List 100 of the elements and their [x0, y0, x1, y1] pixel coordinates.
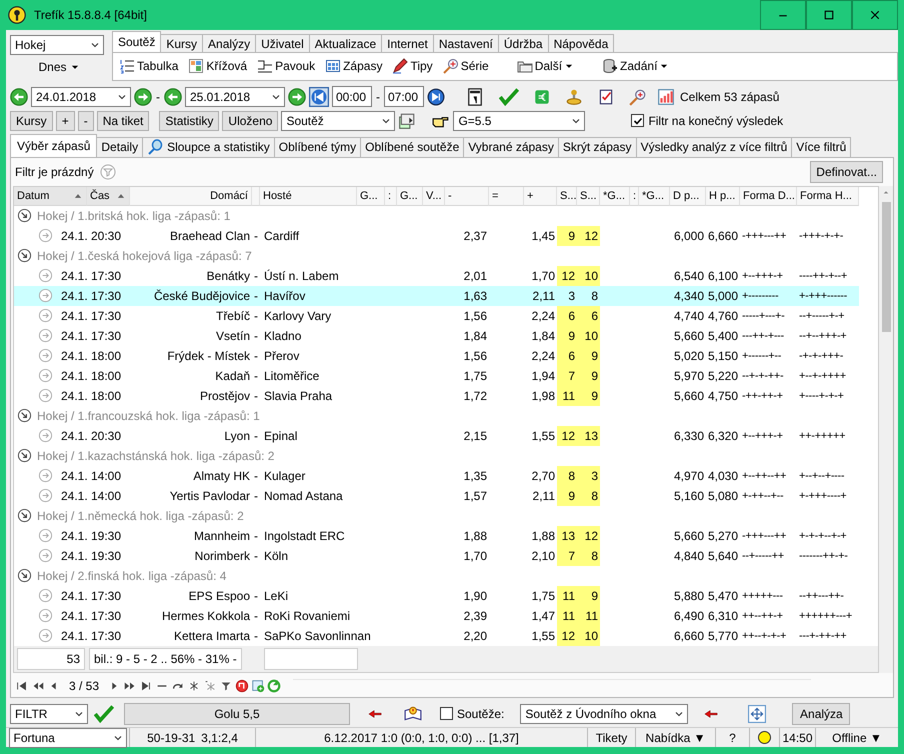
column-header[interactable]: : — [385, 186, 397, 206]
toolbar-button[interactable]: Zadání — [602, 58, 670, 74]
maximize-button[interactable] — [806, 0, 852, 30]
column-header[interactable]: + — [524, 186, 557, 206]
date-to-select[interactable]: 25.01.2018 — [185, 86, 285, 107]
group-row[interactable]: Hokej / 1.německá hok. liga -zápasů: 2 — [14, 506, 878, 526]
filter-button[interactable]: Golu 5,5 — [124, 702, 350, 725]
column-header[interactable]: - — [445, 186, 489, 206]
table-row[interactable]: 24.1. 18:00 Frýdek - Místek - Přerov 1,56 2,24 6 9 5,020 5,150 +------+-- -+-+-+++- — [14, 346, 859, 366]
database-icon[interactable] — [602, 58, 618, 74]
analyze-button[interactable]: Analýza — [792, 702, 850, 725]
table-row[interactable]: 24.1. 17:30 Vsetín - Kladno 1,84 1,84 9 10 5,660 5,400 ---++-+--- --+--+++-+ — [14, 326, 859, 346]
bracket-icon[interactable] — [257, 58, 274, 74]
help-button[interactable]: ? — [716, 728, 750, 747]
scroll-thumb[interactable] — [882, 202, 890, 332]
toolbar-button[interactable]: Na tiket — [96, 110, 150, 131]
table-row[interactable]: 24.1. 17:30 Kettera Imarta - SaPKo Savonlinnan 2,20 1,55 12 10 6,660 5,770 ++--+-+-+ ---+-++-++ — [14, 626, 859, 646]
source-select[interactable]: Soutěž z Úvodního okna — [520, 704, 688, 724]
expanded-icon[interactable] — [17, 448, 32, 464]
view-tab[interactable]: Sloupce a statistiky — [142, 136, 275, 157]
group-row[interactable]: Hokej / 1.francouzská hok. liga -zápasů: 1 — [14, 406, 878, 426]
table-row[interactable]: 24.1. 17:30 České Budějovice - Havířov 1,63 2,11 3 8 4,340 5,000 +--------- +-+++------ — [14, 286, 859, 306]
group-row[interactable]: Hokej / 1.britská hok. liga -zápasů: 1 — [14, 206, 878, 226]
column-header[interactable]: Domácí — [130, 186, 252, 206]
goal-select[interactable]: G=5.5 — [453, 110, 586, 131]
skip-forward-icon[interactable] — [427, 88, 445, 106]
time-from-field[interactable]: 00:00 — [332, 86, 372, 108]
arrow-left-icon[interactable] — [164, 88, 182, 106]
date-from-select[interactable]: 24.01.2018 — [31, 86, 131, 107]
arrow-right-icon[interactable] — [134, 88, 152, 106]
menu-tab[interactable]: Analýzy — [202, 34, 256, 52]
view-tab[interactable]: Více filtrů — [791, 136, 852, 157]
table-row[interactable]: 24.1. 19:30 Norimberk - Köln 1,70 2,10 7 8 4,840 5,640 --+-----++ -------++-+- — [14, 546, 859, 566]
column-header[interactable]: H p... — [706, 186, 740, 206]
menu-tab[interactable]: Soutěž — [112, 31, 162, 52]
skip-back-icon[interactable] — [309, 86, 329, 107]
menu-tab[interactable]: Nápověda — [548, 34, 614, 52]
column-header[interactable]: S... — [557, 186, 577, 206]
expand-icon[interactable] — [748, 704, 766, 723]
column-header[interactable]: V... — [423, 186, 445, 206]
toolbar-button[interactable]: + — [56, 110, 75, 131]
toolbar-button[interactable]: Série — [442, 58, 489, 74]
view-tab[interactable]: Výběr zápasů — [10, 134, 98, 157]
check-icon[interactable] — [499, 86, 519, 107]
table-row[interactable]: 24.1. 20:30 Braehead Clan - Cardiff 2,37 1,45 9 12 6,000 6,660 -+++---++ -+++-+-+- — [14, 226, 859, 246]
toolbar-button[interactable]: Pavouk — [257, 58, 316, 74]
arrow-left-icon[interactable] — [10, 88, 28, 106]
book-icon[interactable] — [404, 704, 422, 723]
table-row[interactable]: 24.1. 17:30 Třebíč - Karlovy Vary 1,56 2,24 6 6 4,740 4,760 -----+---+- --+-----+-+ — [14, 306, 859, 326]
column-header[interactable]: Forma H... — [797, 186, 859, 206]
table-row[interactable]: 24.1. 19:30 Mannheim - Ingolstadt ERC 1,88 1,88 13 12 5,660 5,270 -+++---++ +-+-+--+-+ — [14, 526, 859, 546]
column-header[interactable]: Čas — [87, 186, 130, 206]
table-row[interactable]: 24.1. 20:30 Lyon - Epinal 2,15 1,55 12 13 6,330 6,320 +--+++-+ ++-+++++ — [14, 426, 859, 446]
toolbar-button[interactable]: Tipy — [392, 58, 433, 74]
toolbar-button[interactable]: Zápasy — [325, 58, 382, 74]
filter-select[interactable]: FILTR — [10, 704, 88, 724]
calendar-icon[interactable] — [465, 86, 485, 107]
day-button[interactable]: Dnes — [10, 57, 108, 77]
column-header[interactable]: Forma D... — [740, 186, 797, 206]
column-header[interactable]: G... — [357, 186, 385, 206]
column-header[interactable]: *G... — [600, 186, 630, 206]
column-header[interactable]: S... — [577, 186, 600, 206]
competition-select[interactable]: Soutěž — [281, 110, 396, 131]
toolbar-button[interactable]: Křížová — [188, 58, 248, 74]
toolbar-button[interactable]: Kursy — [10, 110, 53, 131]
column-header[interactable]: = — [489, 186, 524, 206]
filter-checkbox[interactable] — [631, 114, 644, 128]
column-header[interactable]: Hosté — [260, 186, 357, 206]
cancel-icon[interactable] — [235, 679, 250, 694]
table-icon[interactable] — [188, 58, 204, 74]
expanded-icon[interactable] — [17, 248, 32, 264]
table-row[interactable]: 24.1. 17:30 Benátky - Ústí n. Labem 2,01 1,70 12 10 6,540 6,100 +--+++-+ ----++-+--+ — [14, 266, 859, 286]
joystick-icon[interactable] — [565, 88, 583, 106]
column-header[interactable]: : — [630, 186, 639, 206]
expanded-icon[interactable] — [17, 568, 32, 584]
column-header[interactable]: D p... — [670, 186, 706, 206]
zoom-in-icon[interactable] — [629, 88, 647, 106]
group-row[interactable]: Hokej / 1.kazachstánská hok. liga -zápasů: 2 — [14, 446, 878, 466]
bookmaker-select[interactable]: Fortuna — [8, 728, 126, 748]
add-record-icon[interactable] — [251, 679, 266, 694]
toolbar-button[interactable]: Tabulka — [119, 58, 178, 74]
offer-menu[interactable]: Nabídka ▼ — [636, 728, 716, 747]
vertical-scrollbar[interactable] — [879, 186, 893, 674]
time-to-field[interactable]: 07:00 — [384, 86, 424, 108]
expanded-icon[interactable] — [17, 408, 32, 424]
expanded-icon[interactable] — [17, 508, 32, 524]
column-header[interactable]: *G... — [639, 186, 670, 206]
group-row[interactable]: Hokej / 1.česká hokejová liga -zápasů: 7 — [14, 246, 878, 266]
table-row[interactable]: 24.1. 17:30 EPS Espoo - LeKi 1,90 1,75 11 9 5,880 5,470 +++++--- --++---++- — [14, 586, 859, 606]
grid-icon[interactable] — [325, 58, 342, 74]
refresh-icon[interactable] — [267, 679, 282, 694]
table-row[interactable]: 24.1. 18:00 Kadaň - Litoměřice 1,75 1,94 7 9 5,970 5,220 --+-+-++- +--+-++++ — [14, 366, 859, 386]
toolbar-button[interactable]: Statistiky — [159, 110, 220, 131]
toolbar-button[interactable]: - — [78, 110, 94, 131]
expanded-icon[interactable] — [17, 208, 32, 224]
table-row[interactable]: 24.1. 14:00 Almaty HK - Kulager 1,35 2,70 8 3 4,970 4,030 +--++--++ +--+--+---- — [14, 466, 859, 486]
euro-icon[interactable] — [533, 88, 551, 106]
define-button[interactable]: Definovat... — [810, 160, 883, 183]
table-row[interactable]: 24.1. 17:30 Hermes Kokkola - RoKi Rovaniemi 2,39 1,47 11 11 6,490 6,310 ++--++-+ ++++++---+ — [14, 606, 859, 626]
column-header[interactable]: Datum — [14, 186, 87, 206]
